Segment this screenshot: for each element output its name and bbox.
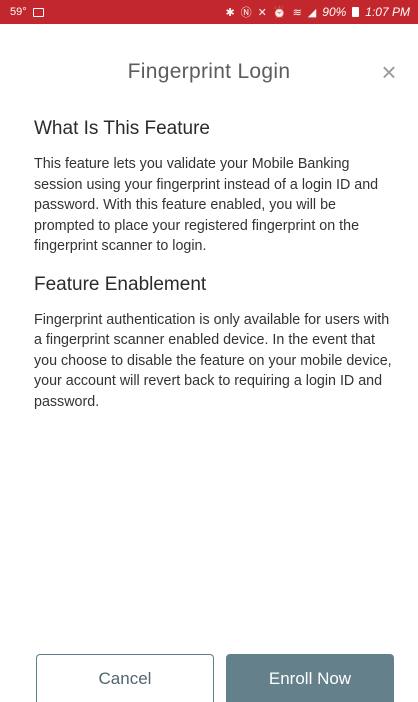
enroll-now-button[interactable]: Enroll Now xyxy=(226,654,394,702)
battery-icon xyxy=(352,7,360,17)
section-body: This feature lets you validate your Mobi… xyxy=(34,156,379,254)
temperature-text: 59° xyxy=(10,6,27,18)
dialog-header: Fingerprint Login × xyxy=(0,24,418,98)
section-what-is-feature: What Is This Feature This feature lets y… xyxy=(34,118,392,257)
status-bar-right: ✱ Ⓝ ✕ ⏰ ≋ ◢ 90% 1:07 PM xyxy=(225,4,410,20)
close-icon[interactable]: × xyxy=(374,57,404,87)
status-bar-left: 59° xyxy=(10,6,44,18)
section-body: Fingerprint authentication is only avail… xyxy=(34,311,392,410)
alarm-icon: ⏰ xyxy=(272,6,287,19)
clock-time: 1:07 PM xyxy=(365,5,410,19)
feature-description: What Is This Feature This feature lets y… xyxy=(34,118,392,412)
gallery-icon xyxy=(32,7,44,17)
page-title: Fingerprint Login xyxy=(127,60,291,83)
nfc-icon: Ⓝ xyxy=(240,7,252,19)
wifi-icon: ≋ xyxy=(292,6,302,19)
battery-percent: 90% xyxy=(322,5,347,19)
section-heading: Feature Enablement xyxy=(34,273,207,295)
cancel-button[interactable]: Cancel xyxy=(36,654,214,702)
bluetooth-icon: ✱ xyxy=(225,6,235,19)
signal-icon: ◢ xyxy=(307,6,317,19)
section-heading: What Is This Feature xyxy=(34,118,210,139)
mute-icon: ✕ xyxy=(257,6,267,19)
section-feature-enablement: Feature Enablement Fingerprint authentic… xyxy=(34,274,392,413)
status-bar: 59° ✱ Ⓝ ✕ ⏰ ≋ ◢ 90% 1:07 PM xyxy=(0,0,418,24)
